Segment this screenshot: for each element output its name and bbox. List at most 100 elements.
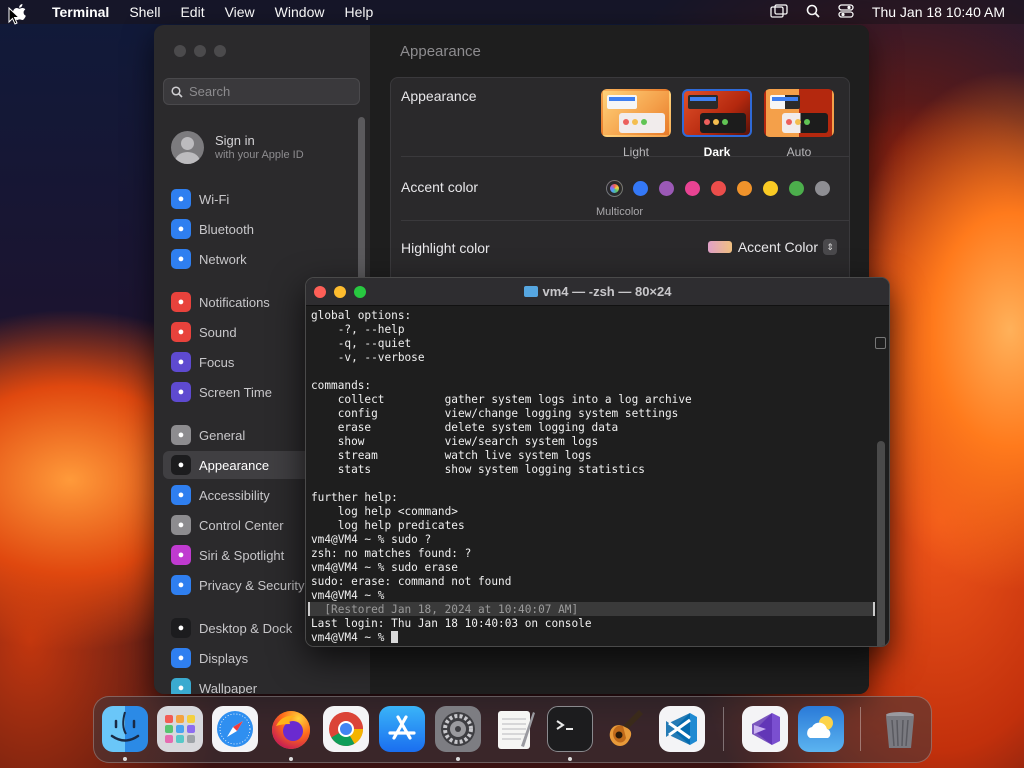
menu-help[interactable]: Help (344, 4, 373, 20)
sidebar-item-displays[interactable]: ● Displays (163, 644, 353, 672)
sidebar-item-label: Displays (199, 650, 249, 666)
sidebar-item-label: Wi-Fi (199, 191, 230, 207)
sidebar-item-label: Notifications (199, 294, 270, 310)
terminal-line-text: stream watch live system logs (311, 449, 592, 462)
theme-dark-option[interactable]: Dark (681, 89, 753, 159)
terminal-line: Last login: Thu Jan 18 10:40:03 on conso… (311, 617, 692, 631)
screen-mirroring-icon[interactable] (770, 3, 788, 21)
dock-finder-icon[interactable] (102, 706, 148, 752)
menu-window[interactable]: Window (275, 4, 325, 20)
dock-safari-icon[interactable] (212, 706, 258, 752)
accent-color-swatch[interactable] (607, 181, 622, 196)
menu-shell[interactable]: Shell (129, 4, 160, 20)
terminal-line: -q, --quiet (311, 337, 692, 351)
wallpaper-icon: ● (171, 678, 191, 694)
appearance-card: Appearance Light Dark Auto Accent color … (390, 77, 850, 297)
sidebar-item-label: Screen Time (199, 384, 272, 400)
terminal-line-text: stats show system logging statistics (311, 463, 645, 476)
terminal-scroll-marker-icon[interactable] (875, 337, 886, 349)
dock-visual-studio-icon[interactable] (742, 706, 788, 752)
terminal-line: global options: (311, 309, 692, 323)
sidebar-item-label: Appearance (199, 457, 270, 473)
signin-title: Sign in (215, 132, 255, 148)
dock-garageband-icon[interactable] (603, 706, 649, 752)
terminal-line-text: -v, --verbose (311, 351, 425, 364)
accent-color-swatch[interactable] (737, 181, 752, 196)
highlight-color-popup[interactable]: Accent Color ⇕ (707, 239, 837, 255)
terminal-line-text: show view/search system logs (311, 435, 599, 448)
terminal-line: further help: (311, 491, 692, 505)
dock-system-settings-icon[interactable] (435, 706, 481, 752)
wifi-icon: ● (171, 189, 191, 209)
search-placeholder: Search (189, 84, 231, 99)
close-window-button[interactable] (174, 45, 186, 57)
sidebar-item-wifi[interactable]: ● Wi-Fi (163, 185, 353, 213)
highlight-swatch (707, 241, 732, 253)
accent-color-swatch[interactable] (685, 181, 700, 196)
terminal-output[interactable]: global options: -?, --help -q, --quiet -… (306, 307, 889, 646)
theme-light-option[interactable]: Light (600, 89, 672, 159)
dock-separator (723, 707, 724, 751)
terminal-line: stream watch live system logs (311, 449, 692, 463)
sidebar-item-label: Siri & Spotlight (199, 547, 285, 563)
control-center-icon[interactable] (838, 3, 854, 21)
terminal-line: -v, --verbose (311, 351, 692, 365)
accent-color-swatch[interactable] (711, 181, 726, 196)
terminal-line: erase delete system logging data (311, 421, 692, 435)
dock-vscode-icon[interactable] (659, 706, 705, 752)
terminal-line-text: -?, --help (311, 323, 405, 336)
dock-trash-icon[interactable] (877, 706, 923, 752)
terminal-line: show view/search system logs (311, 435, 692, 449)
terminal-line: [Restored Jan 18, 2024 at 10:40:07 AM] (311, 603, 692, 617)
terminal-line: vm4@VM4 ~ % sudo ? (311, 533, 692, 547)
menu-edit[interactable]: Edit (180, 4, 204, 20)
dock-firefox-icon[interactable] (268, 706, 314, 752)
accent-color-swatch[interactable] (815, 181, 830, 196)
terminal-line-text: log help predicates (311, 519, 465, 532)
apple-id-signin[interactable]: Sign in with your Apple ID (171, 131, 304, 164)
terminal-line-text: further help: (311, 491, 398, 504)
terminal-window[interactable]: vm4 — -zsh — 80×24 global options: -?, -… (305, 277, 890, 647)
sidebar-item-bluetooth[interactable]: ● Bluetooth (163, 215, 353, 243)
terminal-line: vm4@VM4 ~ % (311, 631, 692, 645)
terminal-line-text: erase delete system logging data (311, 421, 619, 434)
dock-launchpad-icon[interactable] (157, 706, 203, 752)
terminal-lines: global options: -?, --help -q, --quiet -… (311, 309, 692, 645)
terminal-title-text: vm4 — -zsh — 80×24 (542, 284, 672, 299)
accent-color-swatch[interactable] (789, 181, 804, 196)
dock-terminal-icon[interactable] (547, 706, 593, 752)
zoom-window-button[interactable] (214, 45, 226, 57)
terminal-titlebar[interactable]: vm4 — -zsh — 80×24 (306, 278, 889, 306)
page-title: Appearance (400, 43, 481, 60)
minimize-window-button[interactable] (194, 45, 206, 57)
accent-color-swatch[interactable] (633, 181, 648, 196)
settings-search-field[interactable]: Search (163, 78, 360, 105)
sidebar-item-wallpaper[interactable]: ● Wallpaper (163, 674, 353, 694)
accent-color-swatch[interactable] (763, 181, 778, 196)
notifications-icon: ● (171, 292, 191, 312)
terminal-line: -?, --help (311, 323, 692, 337)
menu-app-name[interactable]: Terminal (52, 4, 109, 20)
dock-chrome-icon[interactable] (323, 706, 369, 752)
theme-auto-option[interactable]: Auto (763, 89, 835, 159)
terminal-scrollbar[interactable] (877, 441, 885, 646)
dock-textedit-icon[interactable] (491, 706, 537, 752)
accent-color-swatch[interactable] (659, 181, 674, 196)
theme-dark-thumbnail (682, 89, 752, 137)
terminal-line: commands: (311, 379, 692, 393)
sidebar-item-label: Wallpaper (199, 680, 258, 695)
menubar-clock[interactable]: Thu Jan 18 10:40 AM (872, 4, 1005, 20)
dock-app-store-icon[interactable] (379, 706, 425, 752)
focus-icon: ● (171, 352, 191, 372)
spotlight-search-icon[interactable] (806, 4, 820, 21)
dock-weather-icon[interactable] (798, 706, 844, 752)
terminal-line-text: config view/change logging system settin… (311, 407, 679, 420)
running-indicator (289, 757, 293, 761)
terminal-line-text: log help <command> (311, 505, 458, 518)
sidebar-item-network[interactable]: ● Network (163, 245, 353, 273)
sidebar-item-label: Privacy & Security (199, 577, 305, 593)
menu-view[interactable]: View (225, 4, 255, 20)
sidebar-item-label: Control Center (199, 517, 284, 533)
folder-icon (523, 286, 538, 297)
